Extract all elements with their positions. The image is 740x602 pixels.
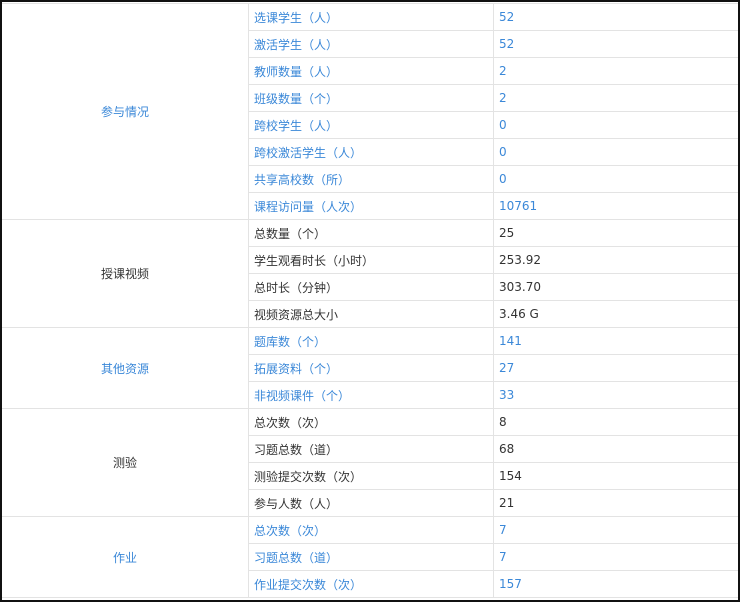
metric-label: 总时长（分钟） <box>248 273 494 301</box>
metric-value: 0 <box>493 138 738 166</box>
metric-label: 题库数（个） <box>248 327 494 355</box>
metric-value: 7 <box>493 543 738 571</box>
metric-label: 习题总数（道） <box>248 543 494 571</box>
metric-value: 7 <box>493 516 738 544</box>
course-statistics-table: 参与情况 选课学生（人） 52 激活学生（人） 52 教师数量（人） 2 班级数量（个） 2 跨校… <box>2 3 738 598</box>
metric-value: 3.46 G <box>493 300 738 328</box>
metric-value: 8 <box>493 408 738 436</box>
metric-value: 157 <box>493 570 738 598</box>
metric-value: 253.92 <box>493 246 738 274</box>
section-title: 作业 <box>2 516 249 598</box>
table-row: 其他资源 题库数（个） 141 <box>2 327 738 409</box>
metric-label: 跨校学生（人） <box>248 111 494 139</box>
metric-label: 习题总数（道） <box>248 435 494 463</box>
section-title: 测验 <box>2 408 249 517</box>
metric-label: 跨校激活学生（人） <box>248 138 494 166</box>
metric-value: 141 <box>493 327 738 355</box>
metric-value: 0 <box>493 111 738 139</box>
metric-value: 27 <box>493 354 738 382</box>
metric-value: 25 <box>493 219 738 247</box>
metric-label: 选课学生（人） <box>248 3 494 31</box>
metric-label: 总数量（个） <box>248 219 494 247</box>
metric-value: 21 <box>493 489 738 517</box>
metric-value: 52 <box>493 30 738 58</box>
metric-label: 教师数量（人） <box>248 57 494 85</box>
table-row: 测验 总次数（次） 8 <box>2 408 738 517</box>
table-row: 作业 总次数（次） 7 <box>2 516 738 598</box>
metric-value: 2 <box>493 57 738 85</box>
metric-label: 总次数（次） <box>248 516 494 544</box>
section-title: 其他资源 <box>2 327 249 409</box>
metric-label: 班级数量（个） <box>248 84 494 112</box>
section-title: 参与情况 <box>2 3 249 220</box>
metric-value: 303.70 <box>493 273 738 301</box>
metric-label: 共享高校数（所） <box>248 165 494 193</box>
metric-label: 测验提交次数（次） <box>248 462 494 490</box>
metric-label: 拓展资料（个） <box>248 354 494 382</box>
metric-label: 视频资源总大小 <box>248 300 494 328</box>
statistics-panel: 参与情况 选课学生（人） 52 激活学生（人） 52 教师数量（人） 2 班级数量（个） 2 跨校… <box>0 0 740 602</box>
table-row: 授课视频 总数量（个） 25 <box>2 219 738 328</box>
metric-label: 参与人数（人） <box>248 489 494 517</box>
metric-label: 总次数（次） <box>248 408 494 436</box>
metric-value: 10761 <box>493 192 738 220</box>
metric-label: 学生观看时长（小时） <box>248 246 494 274</box>
metric-label: 作业提交次数（次） <box>248 570 494 598</box>
metric-label: 课程访问量（人次） <box>248 192 494 220</box>
metric-value: 154 <box>493 462 738 490</box>
metric-value: 52 <box>493 3 738 31</box>
section-title: 授课视频 <box>2 219 249 328</box>
metric-value: 0 <box>493 165 738 193</box>
metric-value: 2 <box>493 84 738 112</box>
metric-value: 68 <box>493 435 738 463</box>
table-row: 参与情况 选课学生（人） 52 <box>2 3 738 220</box>
metric-label: 非视频课件（个） <box>248 381 494 409</box>
metric-label: 激活学生（人） <box>248 30 494 58</box>
metric-value: 33 <box>493 381 738 409</box>
